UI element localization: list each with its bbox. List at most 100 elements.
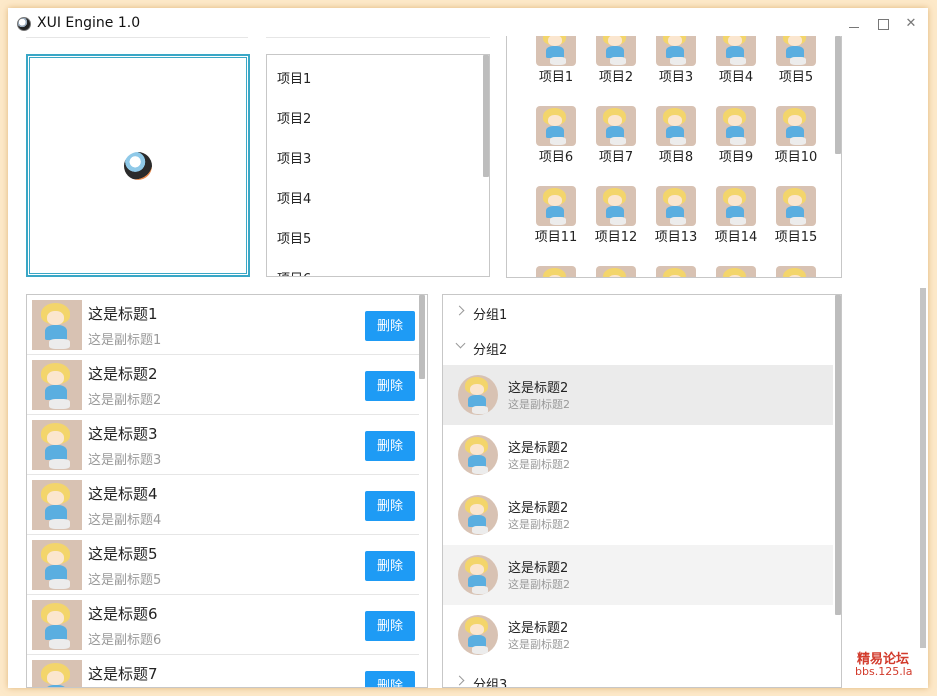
icon-grid[interactable]: 项目1 项目2 项目3 项目4 项目5 项目6 项目7 项目8 项目9 项目10 项目11 项目12 项… — [506, 36, 842, 278]
tree-item[interactable]: 这是标题2 这是副标题2 — [443, 545, 833, 605]
row-title: 这是标题6 — [88, 605, 158, 623]
delete-button[interactable]: 删除 — [365, 431, 415, 461]
list-item[interactable]: 项目1 — [277, 68, 311, 87]
xui-logo-icon — [124, 152, 152, 180]
grid-item[interactable]: 项目8 — [647, 106, 705, 165]
list-row[interactable]: 这是标题6 这是副标题6 删除 — [27, 595, 419, 655]
avatar — [656, 186, 696, 226]
avatar — [656, 36, 696, 66]
list-row[interactable]: 这是标题1 这是副标题1 删除 — [27, 295, 419, 355]
tree-item-subtitle: 这是副标题2 — [508, 458, 570, 471]
title-bar[interactable]: XUI Engine 1.0 ✕ — [8, 8, 928, 38]
tree-scrollbar[interactable] — [835, 295, 841, 615]
grid-item-label: 项目14 — [714, 230, 758, 245]
grid-item-image — [536, 36, 576, 66]
list-box[interactable]: 项目1 项目2 项目3 项目4 项目5 项目6 — [266, 54, 490, 277]
tree-group-1[interactable]: 分组1 — [443, 296, 833, 330]
avatar — [776, 106, 816, 146]
tree-item[interactable]: 这是标题2 这是副标题2 — [443, 425, 833, 485]
grid-item[interactable]: 项目9 — [707, 106, 765, 165]
avatar — [716, 36, 756, 66]
grid-item-label: 项目6 — [538, 150, 574, 165]
grid-item[interactable]: 项目4 — [707, 36, 765, 85]
tree-group-3[interactable]: 分组3 — [443, 666, 833, 687]
grid-item-image[interactable] — [656, 266, 696, 277]
avatar — [596, 106, 636, 146]
avatar — [716, 106, 756, 146]
grid-item[interactable]: 项目7 — [587, 106, 645, 165]
avatar — [32, 480, 82, 530]
grid-item-image — [656, 186, 696, 226]
chevron-right-icon — [455, 306, 465, 316]
window-scrollbar[interactable] — [920, 288, 926, 648]
tree-item[interactable]: 这是标题2 这是副标题2 — [443, 605, 833, 665]
grid-item[interactable]: 项目5 — [767, 36, 825, 85]
delete-button[interactable]: 删除 — [365, 371, 415, 401]
minimize-button[interactable] — [846, 16, 862, 32]
list-item[interactable]: 项目5 — [277, 228, 311, 247]
avatar — [458, 555, 498, 595]
avatar — [458, 615, 498, 655]
grid-item[interactable]: 项目10 — [767, 106, 825, 165]
grid-item[interactable]: 项目3 — [647, 36, 705, 85]
grid-item[interactable]: 项目1 — [527, 36, 585, 85]
list-scrollbar[interactable] — [483, 55, 489, 177]
list-row[interactable]: 这是标题7 删除 — [27, 655, 419, 687]
grid-item-image[interactable] — [776, 266, 816, 277]
window-title: XUI Engine 1.0 — [37, 15, 141, 31]
tree-item-title: 这是标题2 — [508, 501, 569, 516]
delete-button[interactable]: 删除 — [365, 491, 415, 521]
tree-item-title: 这是标题2 — [508, 621, 569, 636]
tree-list[interactable]: 分组1 分组2 这是标题2 这是副标题2 这是标题2 这是副标题2 这是标题2 这是副标题… — [442, 294, 842, 688]
grid-item-image[interactable] — [536, 266, 576, 277]
tree-item-title: 这是标题2 — [508, 381, 569, 396]
row-subtitle: 这是副标题3 — [88, 453, 162, 468]
grid-item[interactable]: 项目12 — [587, 186, 645, 245]
delete-button[interactable]: 删除 — [365, 551, 415, 581]
grid-item-image — [716, 106, 756, 146]
item-list[interactable]: 这是标题7 删除 这是标题6 这是副标题6 删除 这是标题5 这是副标题5 删除 这是标题4 这是… — [26, 294, 428, 688]
avatar — [536, 106, 576, 146]
delete-button[interactable]: 删除 — [365, 311, 415, 341]
grid-item[interactable]: 项目11 — [527, 186, 585, 245]
row-subtitle: 这是副标题5 — [88, 573, 162, 588]
list-item[interactable]: 项目6 — [277, 268, 311, 276]
grid-item-image — [596, 36, 636, 66]
list-item[interactable]: 项目2 — [277, 108, 311, 127]
row-subtitle: 这是副标题4 — [88, 513, 162, 528]
tree-item[interactable]: 这是标题2 这是副标题2 — [443, 365, 833, 425]
grid-item[interactable]: 项目14 — [707, 186, 765, 245]
list-row[interactable]: 这是标题5 这是副标题5 删除 — [27, 535, 419, 595]
grid-item[interactable]: 项目13 — [647, 186, 705, 245]
row-title: 这是标题4 — [88, 485, 158, 503]
list-row[interactable]: 这是标题3 这是副标题3 删除 — [27, 415, 419, 475]
tree-item-subtitle: 这是副标题2 — [508, 578, 570, 591]
grid-item-label: 项目1 — [538, 70, 574, 85]
row-subtitle: 这是副标题6 — [88, 633, 162, 648]
list-item[interactable]: 项目4 — [277, 188, 311, 207]
grid-item-image[interactable] — [716, 266, 756, 277]
image-view[interactable] — [26, 54, 250, 277]
grid-item-label: 项目15 — [774, 230, 818, 245]
grid-item-label: 项目4 — [718, 70, 754, 85]
delete-button[interactable]: 删除 — [365, 611, 415, 641]
list-row[interactable]: 这是标题2 这是副标题2 删除 — [27, 355, 419, 415]
grid-item-label: 项目13 — [654, 230, 698, 245]
tree-item[interactable]: 这是标题2 这是副标题2 — [443, 485, 833, 545]
grid-scrollbar[interactable] — [835, 36, 841, 154]
item-list-scrollbar[interactable] — [419, 295, 425, 379]
tree-group-2[interactable]: 分组2 — [443, 331, 833, 365]
list-row[interactable]: 这是标题4 这是副标题4 删除 — [27, 475, 419, 535]
avatar — [716, 186, 756, 226]
grid-item-image[interactable] — [596, 266, 636, 277]
list-item[interactable]: 项目3 — [277, 148, 311, 167]
maximize-button[interactable] — [875, 16, 891, 32]
avatar — [32, 600, 82, 650]
grid-item-image — [656, 36, 696, 66]
close-button[interactable]: ✕ — [903, 16, 919, 32]
grid-item[interactable]: 项目15 — [767, 186, 825, 245]
delete-button[interactable]: 删除 — [365, 671, 415, 687]
grid-item[interactable]: 项目6 — [527, 106, 585, 165]
grid-item[interactable]: 项目2 — [587, 36, 645, 85]
tree-item-subtitle: 这是副标题2 — [508, 638, 570, 651]
